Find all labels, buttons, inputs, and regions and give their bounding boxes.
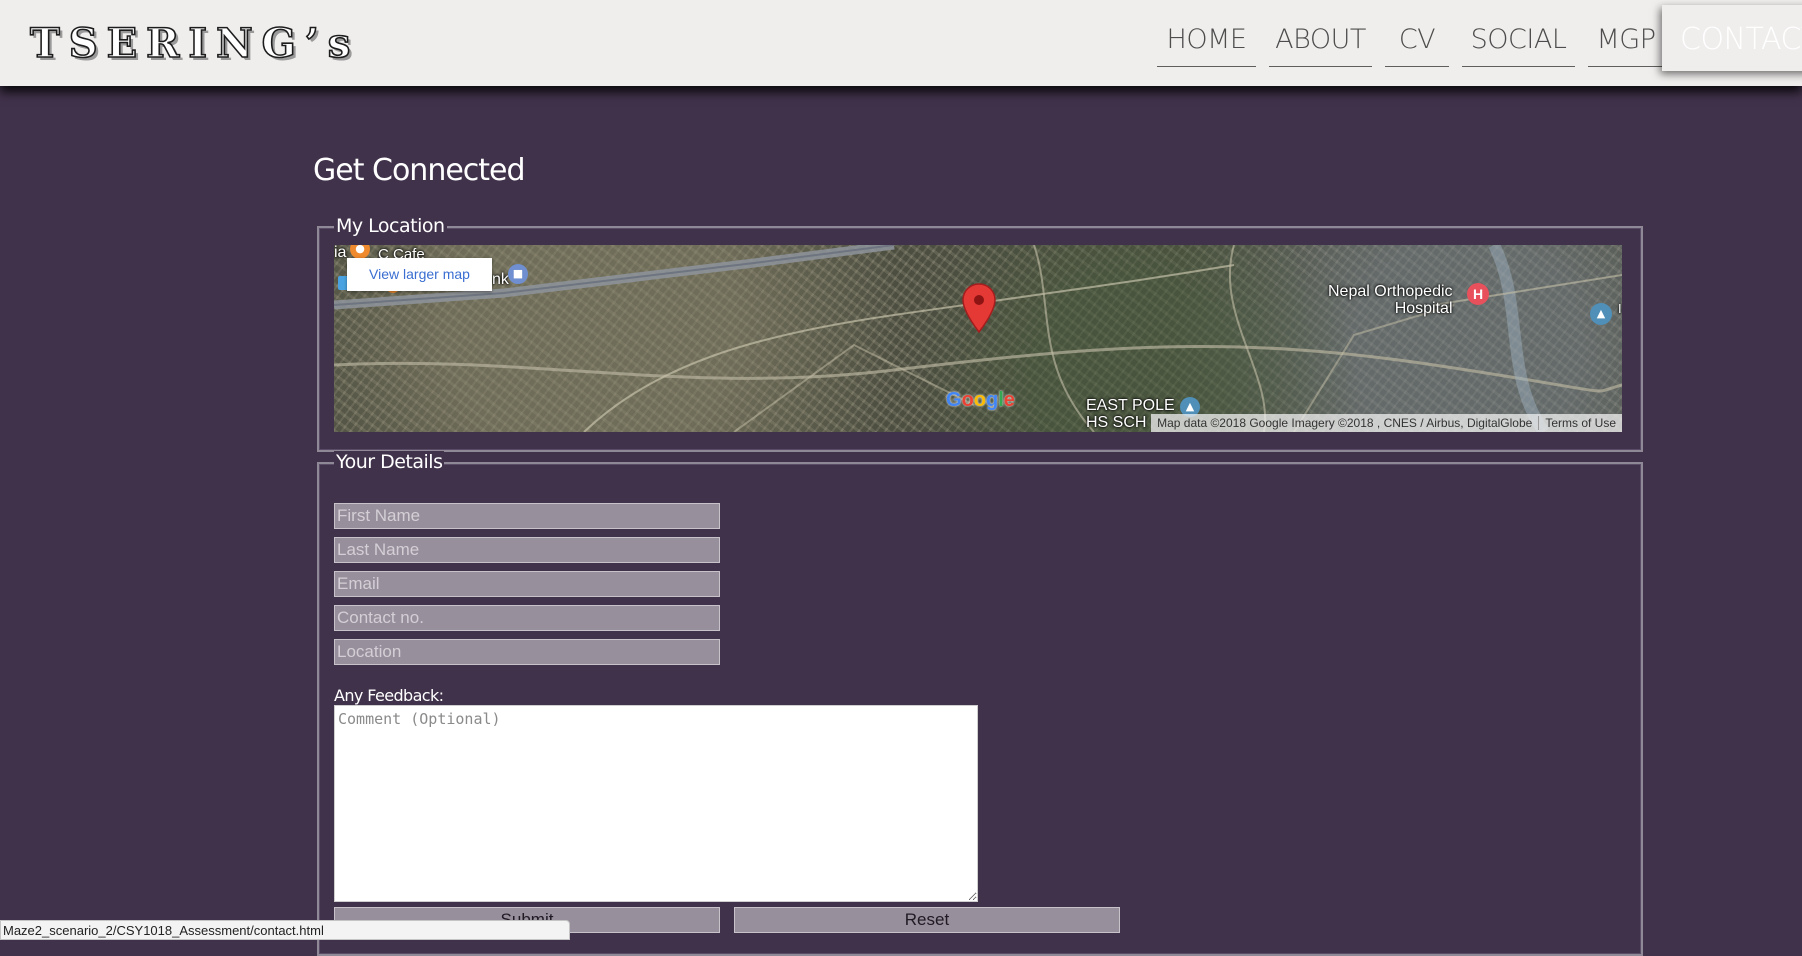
map-label-bank: nk	[492, 271, 509, 288]
site-logo[interactable]: TSERING’s	[29, 19, 359, 68]
location-pin-icon[interactable]	[962, 283, 996, 333]
terms-of-use-link[interactable]: Terms of Use	[1538, 416, 1622, 430]
nav-cv[interactable]: CV	[1385, 18, 1449, 67]
embedded-map[interactable]: ia C Cafe nk ● ■ View larger map Nepal O…	[334, 245, 1622, 432]
last-name-input[interactable]	[334, 537, 720, 563]
school-icon[interactable]: ▲	[1590, 303, 1612, 325]
feedback-label: Any Feedback:	[334, 686, 444, 705]
view-larger-map-link[interactable]: View larger map	[347, 258, 492, 291]
reset-button[interactable]: Reset	[734, 907, 1120, 933]
details-legend: Your Details	[334, 451, 445, 473]
nav-contact-active[interactable]: CONTACT	[1662, 5, 1802, 71]
location-input[interactable]	[334, 639, 720, 665]
site-header: TSERING’s HOME ABOUT CV SOCIAL MGP CONTA…	[0, 0, 1802, 86]
browser-status-bar: Maze2_scenario_2/CSY1018_Assessment/cont…	[0, 920, 570, 940]
email-input[interactable]	[334, 571, 720, 597]
bank-icon[interactable]: ■	[508, 264, 528, 284]
map-label-edge: ia	[334, 245, 347, 261]
nav-social[interactable]: SOCIAL	[1462, 18, 1575, 67]
map-label-edge-right: I	[1618, 301, 1622, 316]
google-logo: Google	[946, 389, 1015, 411]
first-name-input[interactable]	[334, 503, 720, 529]
location-legend: My Location	[334, 215, 447, 237]
nav-home[interactable]: HOME	[1157, 18, 1256, 67]
comment-textarea[interactable]	[334, 705, 978, 902]
map-data-text: Map data ©2018 Google Imagery ©2018 , CN…	[1157, 416, 1533, 430]
map-attribution: Map data ©2018 Google Imagery ©2018 , CN…	[1151, 414, 1622, 432]
nav-mgp[interactable]: MGP	[1588, 18, 1664, 67]
page-title: Get Connected	[313, 153, 526, 188]
map-label-hospital: Nepal Orthopedic Hospital	[1328, 283, 1453, 317]
hospital-icon[interactable]: H	[1467, 283, 1489, 305]
contact-number-input[interactable]	[334, 605, 720, 631]
nav-about[interactable]: ABOUT	[1269, 18, 1372, 67]
